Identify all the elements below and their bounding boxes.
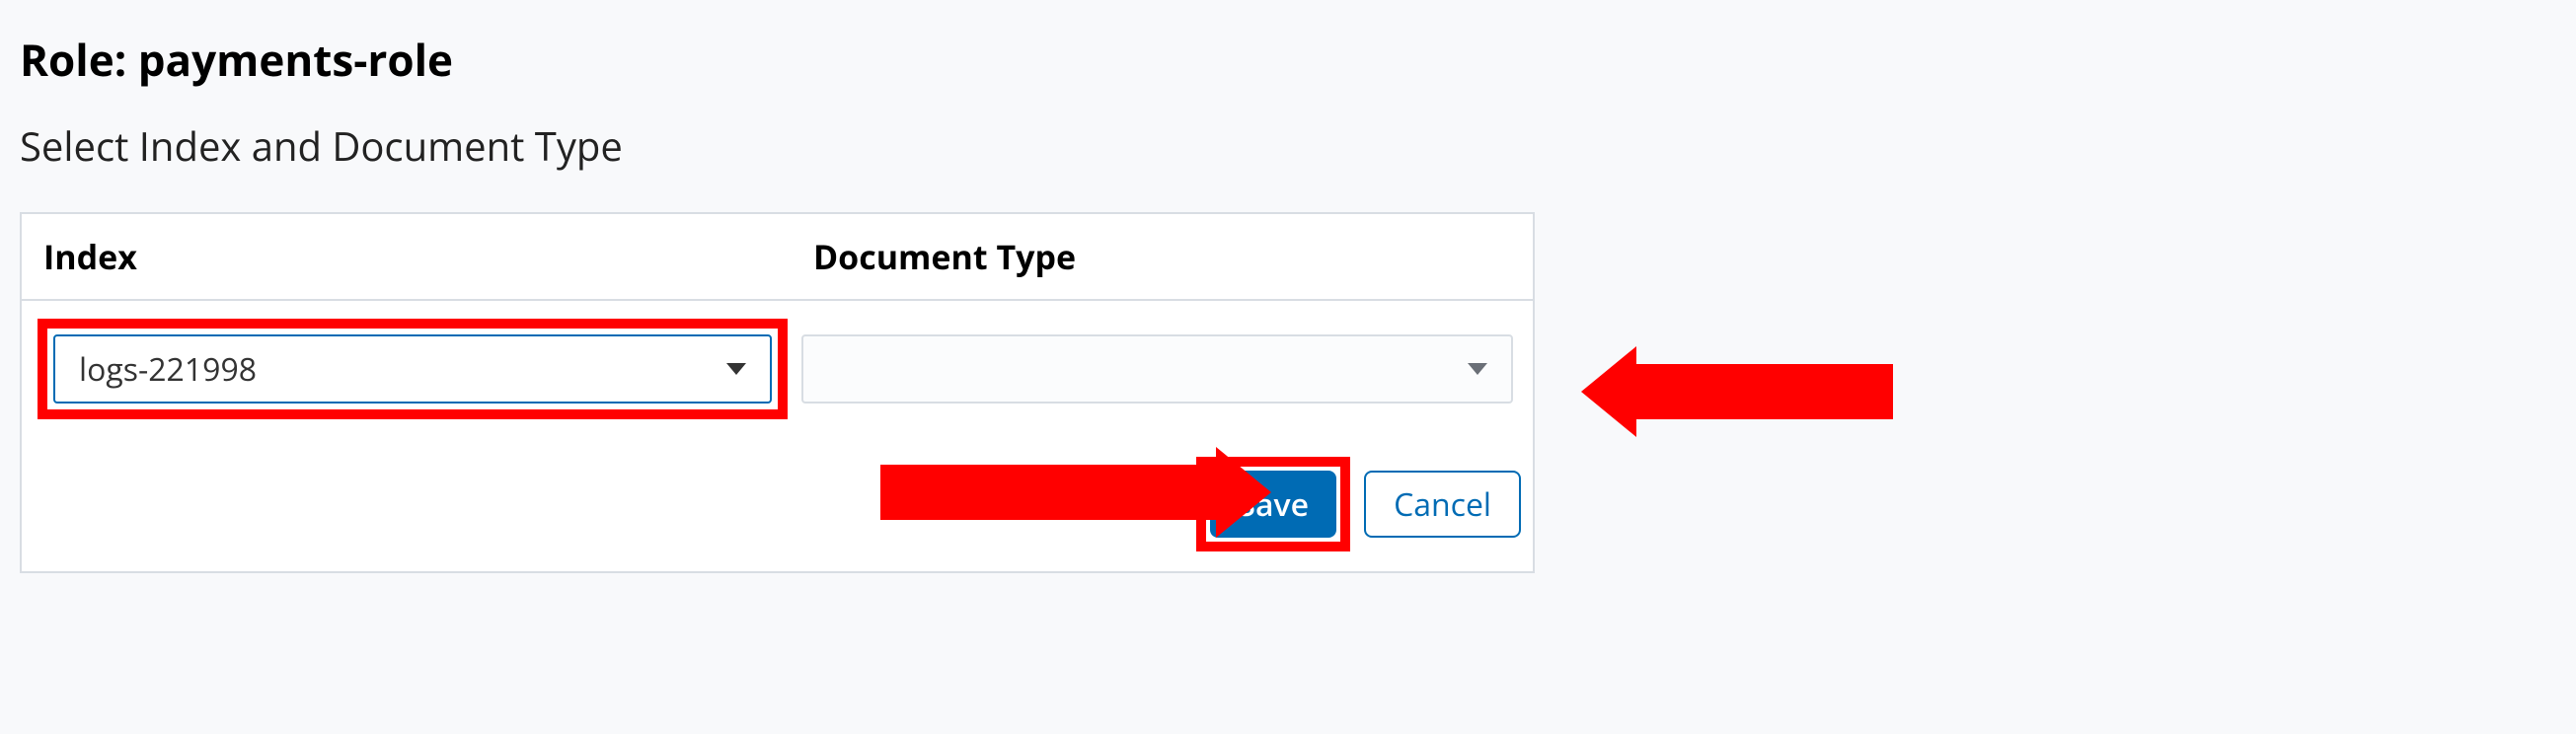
panel-footer: Save Cancel xyxy=(22,437,1533,571)
cancel-button[interactable]: Cancel xyxy=(1364,471,1521,538)
role-name: payments-role xyxy=(138,30,453,89)
annotation-arrow-left-icon xyxy=(1581,346,1893,437)
annotation-highlight-save: Save xyxy=(1196,457,1350,551)
index-select[interactable]: logs-221998 xyxy=(53,334,772,404)
index-doctype-panel: Index Document Type logs-221998 xyxy=(20,212,1535,573)
role-heading: Role: payments-role xyxy=(20,30,2556,89)
index-cell: logs-221998 xyxy=(32,319,801,419)
panel-body: logs-221998 xyxy=(22,301,1533,437)
doctype-select[interactable] xyxy=(801,334,1513,404)
index-select-value: logs-221998 xyxy=(79,348,257,391)
caret-down-icon xyxy=(726,363,746,375)
save-button[interactable]: Save xyxy=(1210,471,1336,538)
column-header-doctype: Document Type xyxy=(792,214,1533,299)
panel-header: Index Document Type xyxy=(22,214,1533,301)
doctype-cell xyxy=(801,334,1523,404)
caret-down-icon xyxy=(1468,363,1487,375)
column-header-index: Index xyxy=(22,214,792,299)
annotation-highlight-index: logs-221998 xyxy=(38,319,788,419)
role-prefix: Role: xyxy=(20,30,138,89)
section-subheading: Select Index and Document Type xyxy=(20,118,2556,173)
